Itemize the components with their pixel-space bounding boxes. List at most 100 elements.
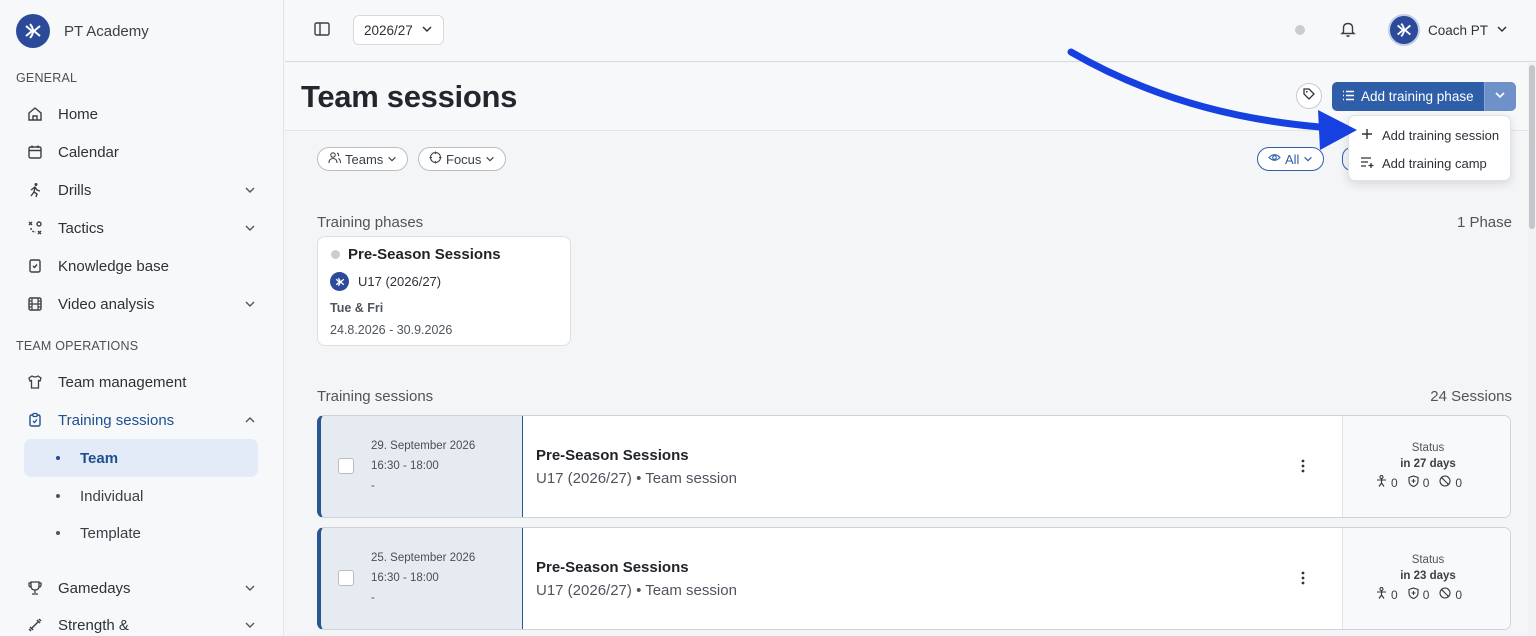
person-icon [1376, 587, 1387, 602]
session-card[interactable]: 29. September 2026 16:30 - 18:00 - Pre-S… [317, 415, 1511, 518]
phase-days: Tue & Fri [330, 301, 384, 315]
sidebar-item-knowledge-base[interactable]: Knowledge base [24, 248, 260, 284]
phase-team: U17 (2026/27) [330, 272, 441, 291]
phase-count: 1 Phase [1456, 214, 1512, 231]
sidebar-item-calendar[interactable]: Calendar [24, 134, 260, 170]
present-counter: 0 [1376, 475, 1398, 490]
focus-filter[interactable]: Focus [418, 147, 507, 171]
sidebar-item-label: Drills [58, 181, 92, 199]
brand[interactable]: PT Academy [16, 14, 149, 48]
crosshair-icon [429, 151, 442, 167]
add-training-session-option[interactable]: Add training session [1349, 121, 1512, 149]
sidebar-item-training-sessions[interactable]: Training sessions [24, 402, 260, 438]
sidebar-subitem-template[interactable]: Template [24, 514, 258, 552]
sidebar-item-label: Video analysis [58, 295, 155, 313]
present-count: 0 [1391, 475, 1398, 490]
training-sessions-heading: Training sessions [317, 388, 434, 405]
sidebar-item-home[interactable]: Home [24, 96, 260, 132]
list-icon [1342, 89, 1355, 105]
person-icon [1376, 475, 1387, 490]
visibility-filter[interactable]: All [1257, 147, 1325, 171]
sidebar-item-drills[interactable]: Drills [24, 172, 260, 208]
connection-status-indicator [1295, 25, 1305, 35]
chevron-down-icon [244, 581, 256, 598]
dumbbell-icon [26, 616, 44, 634]
visibility-filter-label: All [1285, 151, 1300, 167]
club-logo-icon [16, 14, 50, 48]
sidebar-item-gamedays[interactable]: Gamedays [24, 570, 260, 606]
sidebar-toggle-icon[interactable] [313, 20, 331, 43]
session-subtitle: U17 (2026/27) • Team session [536, 470, 737, 487]
scrollbar[interactable] [1528, 63, 1536, 636]
add-options-dropdown: Add training session Add training camp [1348, 115, 1511, 181]
book-check-icon [26, 257, 44, 275]
chevron-down-icon [1494, 88, 1506, 106]
sidebar-subitem-team[interactable]: Team [24, 439, 258, 477]
chevron-down-icon [421, 23, 433, 38]
calendar-icon [26, 143, 44, 161]
attendance-counters: 0 0 0 [1376, 475, 1462, 490]
injured-counter: 0 [1408, 475, 1430, 490]
phase-card[interactable]: Pre-Season Sessions U17 (2026/27) Tue & … [317, 236, 571, 346]
home-icon [26, 105, 44, 123]
user-menu[interactable]: Coach PT [1388, 14, 1508, 46]
add-options-toggle[interactable] [1483, 82, 1516, 111]
sidebar-item-label: Home [58, 105, 99, 123]
session-status-column: Status in 27 days 0 0 0 [1342, 416, 1510, 517]
running-icon [26, 181, 44, 199]
sidebar-subitem-individual[interactable]: Individual [24, 477, 258, 515]
sidebar-item-label: Strength & [58, 616, 129, 634]
present-counter: 0 [1376, 587, 1398, 602]
bell-icon[interactable] [1339, 20, 1357, 43]
sidebar-subitem-label: Individual [80, 487, 144, 505]
add-training-phase-button[interactable]: Add training phase [1332, 82, 1516, 111]
session-location: - [371, 480, 375, 492]
app-name: PT Academy [64, 22, 149, 40]
session-checkbox[interactable] [338, 570, 354, 586]
session-count: 24 Sessions [1430, 388, 1512, 405]
session-subtitle: U17 (2026/27) • Team session [536, 582, 737, 599]
sidebar-subitem-label: Team [80, 449, 119, 467]
more-vertical-icon[interactable] [1293, 456, 1313, 476]
session-card[interactable]: 25. September 2026 16:30 - 18:00 - Pre-S… [317, 527, 1511, 630]
injured-count: 0 [1422, 475, 1430, 490]
tag-button[interactable] [1296, 83, 1322, 109]
session-date: 25. September 2026 [371, 552, 476, 564]
add-training-camp-option[interactable]: Add training camp [1349, 149, 1512, 177]
main-content: Team sessions Add training phase Teams F… [285, 63, 1528, 636]
bullet-icon [56, 531, 60, 535]
focus-filter-label: Focus [446, 151, 482, 167]
tactics-icon [26, 219, 44, 237]
session-checkbox[interactable] [338, 458, 354, 474]
sidebar-item-label: Calendar [58, 143, 119, 161]
sidebar-item-strength[interactable]: Strength & [24, 607, 260, 636]
chevron-down-icon [387, 152, 397, 167]
sidebar-item-tactics[interactable]: Tactics [24, 210, 260, 246]
session-title: Pre-Season Sessions [536, 559, 689, 576]
sidebar-item-label: Training sessions [58, 411, 175, 429]
scrollbar-thumb[interactable] [1529, 65, 1535, 229]
teams-filter[interactable]: Teams [317, 147, 409, 171]
shield-icon [1408, 587, 1419, 602]
absent-count: 0 [1455, 475, 1463, 490]
user-name: Coach PT [1428, 22, 1489, 38]
status-value: in 23 days [1400, 570, 1456, 582]
more-vertical-icon[interactable] [1293, 568, 1313, 588]
session-time: 16:30 - 18:00 [371, 460, 439, 472]
sidebar-item-team-management[interactable]: Team management [24, 364, 260, 400]
sidebar-item-video-analysis[interactable]: Video analysis [24, 286, 260, 322]
present-count: 0 [1391, 587, 1398, 602]
sidebar-item-label: Team management [58, 373, 187, 391]
session-date-column: 25. September 2026 16:30 - 18:00 - [321, 528, 523, 629]
shield-icon [1408, 475, 1419, 490]
attendance-counters: 0 0 0 [1376, 587, 1462, 602]
section-general: GENERAL [16, 71, 78, 85]
film-icon [26, 295, 44, 313]
season-value: 2026/27 [364, 22, 413, 38]
sidebar-item-label: Tactics [58, 219, 104, 237]
ban-icon [1439, 587, 1451, 602]
add-training-camp-label: Add training camp [1382, 155, 1487, 171]
add-training-phase-main[interactable]: Add training phase [1332, 82, 1484, 111]
season-select[interactable]: 2026/27 [353, 15, 444, 45]
eye-icon [1268, 151, 1281, 167]
